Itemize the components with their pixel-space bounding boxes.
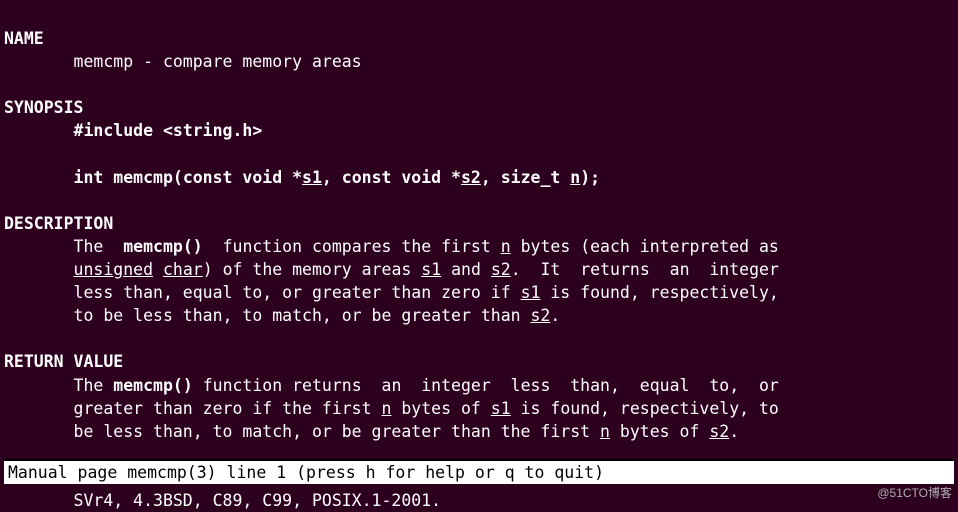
func-ref: memcmp() (113, 376, 192, 395)
param-s1: s1 (302, 168, 322, 187)
param-n: n (570, 168, 580, 187)
conforming-line: SVr4, 4.3BSD, C89, C99, POSIX.1-2001. (4, 491, 441, 510)
watermark-site: @51CTO博客 (877, 485, 952, 502)
function-prototype: int memcmp(const void * (74, 168, 302, 187)
section-return-value: RETURN VALUE (4, 352, 123, 371)
name-line: memcmp - compare memory areas (4, 52, 362, 71)
param-s2: s2 (461, 168, 481, 187)
pager-status-bar[interactable]: Manual page memcmp(3) line 1 (press h fo… (4, 459, 954, 484)
man-page-content: NAME memcmp - compare memory areas SYNOP… (0, 0, 958, 512)
func-ref: memcmp() (123, 237, 202, 256)
section-description: DESCRIPTION (4, 214, 113, 233)
section-name: NAME (4, 29, 44, 48)
include-directive: #include <string.h> (74, 121, 263, 140)
section-synopsis: SYNOPSIS (4, 98, 83, 117)
